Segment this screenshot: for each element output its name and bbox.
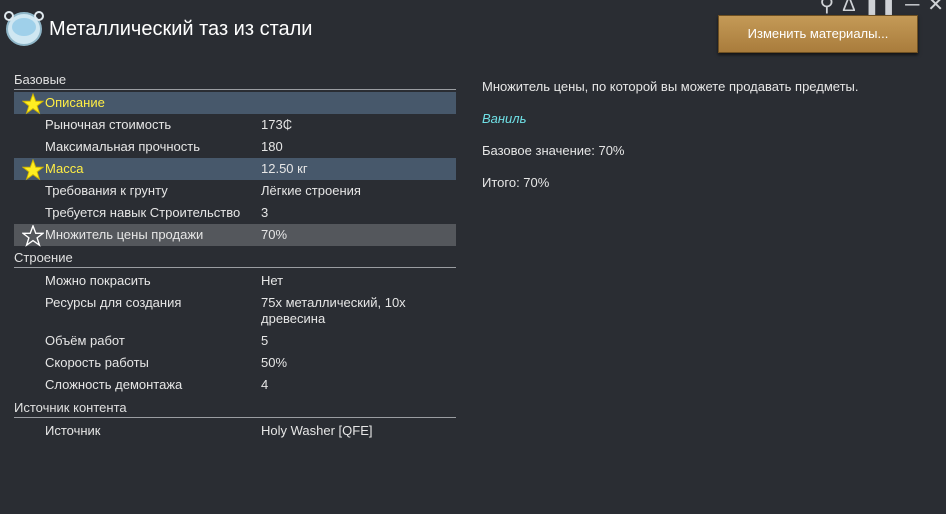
stat-row[interactable]: Объём работ 5 xyxy=(14,330,456,352)
stat-value: 4 xyxy=(261,377,269,392)
section-header: Источник контента xyxy=(14,398,456,418)
stat-value: Holy Washer [QFE] xyxy=(261,423,373,438)
star-filled-icon xyxy=(21,158,45,181)
minimize-icon[interactable]: ─ xyxy=(905,0,919,15)
stat-value: 5 xyxy=(261,333,269,348)
detail-panel: Множитель цены, по которой вы можете про… xyxy=(482,79,922,207)
stat-value: 50% xyxy=(261,355,288,370)
stat-value: 173₵ xyxy=(261,117,293,132)
pause-icon[interactable]: ❚❚ xyxy=(864,0,898,15)
stat-label: Описание xyxy=(45,95,105,110)
stat-label: Множитель цены продажи xyxy=(45,227,204,242)
stat-value xyxy=(261,95,456,111)
stat-label: Сложность демонтажа xyxy=(45,377,183,392)
stat-label: Можно покрасить xyxy=(45,273,151,288)
stat-label: Объём работ xyxy=(45,333,125,348)
stat-row[interactable]: Сложность демонтажа 4 xyxy=(14,374,456,396)
window-title: Металлический таз из стали xyxy=(49,18,313,40)
stat-label: Источник xyxy=(45,423,101,438)
section-header: Строение xyxy=(14,248,456,268)
item-icon xyxy=(4,8,44,48)
stats-panel: Базовые Описание Рыночная стоимость 173₵ Мак… xyxy=(14,70,456,442)
stat-row[interactable]: Масса 12.50 кг xyxy=(14,158,456,181)
stat-label: Требования к грунту xyxy=(45,183,168,198)
section-header: Базовые xyxy=(14,70,456,90)
triangle-icon[interactable]: Δ xyxy=(842,0,855,15)
change-materials-button[interactable]: Изменить материалы... xyxy=(718,15,918,53)
stat-value: 70% xyxy=(261,227,288,242)
stat-row[interactable]: Можно покрасить Нет xyxy=(14,270,456,292)
stat-label: Масса xyxy=(45,161,84,176)
stat-row[interactable]: Требования к грунту Лёгкие строения xyxy=(14,180,456,202)
detail-description: Множитель цены, по которой вы можете про… xyxy=(482,79,859,94)
stat-row[interactable]: Скорость работы 50% xyxy=(14,352,456,374)
stat-row[interactable]: Источник Holy Washer [QFE] xyxy=(14,420,456,442)
stat-row[interactable]: Требуется навык Строительство 3 xyxy=(14,202,456,224)
search-icon[interactable]: ⚲ xyxy=(820,0,835,15)
stat-row[interactable]: Максимальная прочность 180 xyxy=(14,136,456,158)
stat-label: Рыночная стоимость xyxy=(45,117,172,132)
stat-value: 180 xyxy=(261,139,283,154)
close-icon[interactable]: ✕ xyxy=(927,0,944,15)
stat-value: 75х металлический, 10х древесина xyxy=(261,295,406,326)
stat-row[interactable]: Ресурсы для создания 75х металлический, 1… xyxy=(14,292,456,330)
stat-label: Скорость работы xyxy=(45,355,149,370)
stat-value: Нет xyxy=(261,273,284,288)
stat-value: 3 xyxy=(261,205,269,220)
stat-label: Максимальная прочность xyxy=(45,139,201,154)
stat-row[interactable]: Множитель цены продажи 70% xyxy=(14,223,456,247)
stat-label: Ресурсы для создания xyxy=(45,295,182,310)
detail-base-value: Базовое значение: 70% xyxy=(482,143,625,158)
stat-row[interactable]: Рыночная стоимость 173₵ xyxy=(14,114,456,136)
stat-value: Лёгкие строения xyxy=(261,183,361,198)
star-outline-icon xyxy=(20,223,46,247)
star-filled-icon xyxy=(21,92,45,115)
stat-row[interactable]: Описание xyxy=(14,92,456,115)
stat-label: Требуется навык Строительство xyxy=(45,205,241,220)
detail-source: Ваниль xyxy=(482,111,527,126)
detail-total: Итого: 70% xyxy=(482,175,550,190)
stat-value: 12.50 кг xyxy=(261,161,308,176)
